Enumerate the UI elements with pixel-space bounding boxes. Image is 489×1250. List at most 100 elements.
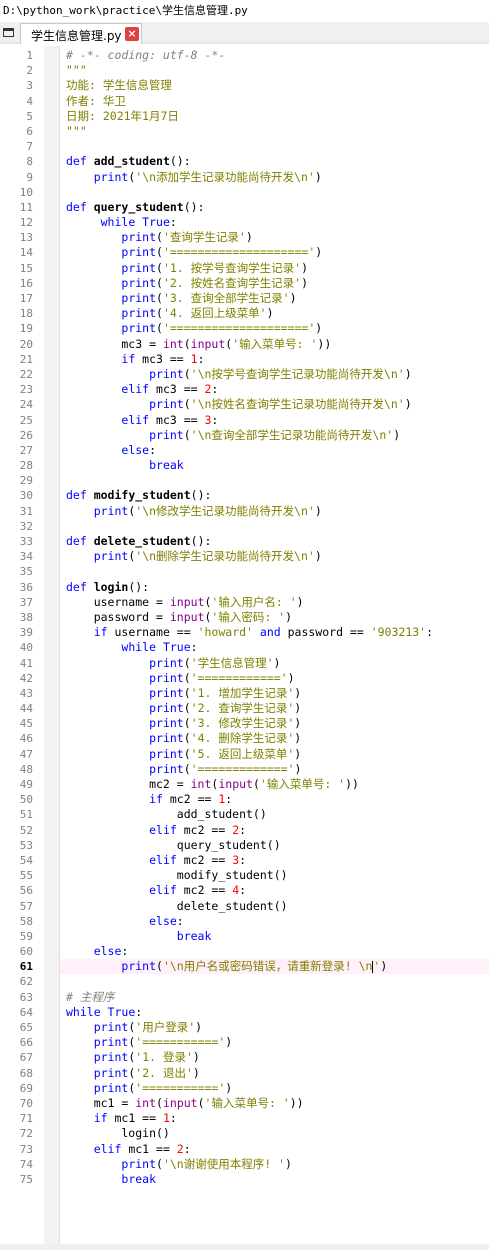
code-line[interactable]: 39 if username == 'howard' and password … [20, 625, 489, 640]
code-line[interactable]: 32 [20, 519, 489, 534]
document-list-icon[interactable] [3, 28, 14, 37]
code-line[interactable]: 51 add_student() [20, 807, 489, 822]
code-token: '5. 返回上级菜单' [190, 746, 295, 761]
code-line[interactable]: 70 mc1 = int(input('输入菜单号: ')) [20, 1095, 489, 1111]
code-token: '3. 查询全部学生记录' [162, 291, 290, 305]
code-line[interactable]: 20 mc3 = int(input('输入菜单号: ')) [20, 337, 489, 352]
code-line[interactable]: 62 [20, 974, 489, 989]
code-line[interactable]: 53 query_student() [20, 838, 489, 853]
code-line[interactable]: 6 """ [26, 124, 489, 139]
code-line[interactable]: 72 login() [20, 1126, 489, 1141]
code-line[interactable]: 14 print('====================') [20, 245, 489, 260]
code-line[interactable]: 64 while True: [20, 1004, 489, 1020]
code-line[interactable]: 55 modify_student() [20, 868, 489, 883]
code-token: elif [121, 382, 157, 397]
code-line[interactable]: 75 break [20, 1172, 489, 1187]
code-line[interactable]: 61 print('\n用户名或密码错误，请重新登录! \n') [20, 959, 489, 975]
code-line[interactable]: 35 [20, 564, 489, 579]
code-line[interactable]: 49 mc2 = int(input('输入菜单号: ')) [20, 777, 489, 792]
code-line[interactable]: 23 elif mc3 == 2: [20, 382, 489, 397]
horizontal-scrollbar[interactable] [0, 1244, 489, 1250]
code-line[interactable]: 48 print('=============') [20, 762, 489, 777]
code-line[interactable]: 54 elif mc2 == 3: [20, 853, 489, 868]
code-line[interactable]: 16 print('2. 按姓名查询学生记录') [20, 276, 489, 291]
code-line[interactable]: 46 print('4. 删除学生记录') [20, 731, 489, 746]
code-line[interactable]: 74 print('\n谢谢使用本程序! ') [20, 1157, 489, 1172]
code-line[interactable]: 11 def query_student(): [20, 200, 489, 215]
code-line[interactable]: 45 print('3. 修改学生记录') [20, 716, 489, 731]
code-line[interactable]: 27 else: [20, 443, 489, 458]
code-token: # -*- coding: utf-8 -*- [66, 48, 226, 62]
code-line[interactable]: 19 print('====================') [20, 321, 489, 336]
code-line[interactable]: 31 print('\n修改学生记录功能尚待开发\n') [20, 503, 489, 519]
fold-margin[interactable] [44, 46, 60, 1250]
code-token: ( [183, 685, 191, 700]
code-line[interactable]: 57 delete_student() [20, 899, 489, 914]
code-line[interactable]: 44 print('2. 查询学生记录') [20, 701, 489, 716]
code-token: : [190, 640, 198, 655]
code-line[interactable]: 42 print('============') [20, 671, 489, 686]
code-line[interactable]: 63 # 主程序 [20, 990, 489, 1005]
code-line[interactable]: 71 if mc1 == 1: [20, 1111, 489, 1126]
code-line[interactable]: 2 """ [26, 63, 489, 78]
code-line[interactable]: 3 功能: 学生信息管理 [26, 78, 489, 93]
code-line[interactable]: 34 print('\n删除学生记录功能尚待开发\n') [20, 549, 489, 564]
code-line[interactable]: 24 print('\n按姓名查询学生记录功能尚待开发\n') [20, 397, 489, 412]
code-line[interactable]: 36 def login(): [20, 579, 489, 595]
code-line[interactable]: 30 def modify_student(): [20, 488, 489, 503]
code-line[interactable]: 15 print('1. 按学号查询学生记录') [20, 261, 489, 276]
code-token: ( [197, 1095, 205, 1110]
code-token: if [121, 351, 143, 366]
code-line[interactable]: 43 print('1. 增加学生记录') [20, 685, 489, 701]
code-line[interactable]: 41 print('学生信息管理') [20, 656, 489, 671]
code-line[interactable]: 17 print('3. 查询全部学生记录') [20, 291, 489, 306]
code-line[interactable]: 10 [20, 185, 489, 200]
code-text: print('\n按姓名查询学生记录功能尚待开发\n') [66, 397, 412, 412]
code-line[interactable]: 4 作者: 华卫 [26, 94, 489, 109]
code-line[interactable]: 50 if mc2 == 1: [20, 792, 489, 807]
code-editor[interactable]: 1 # -*- coding: utf-8 -*- 2 """ 3 功能: 学生信息管理 4… [0, 46, 489, 1250]
close-icon[interactable]: × [125, 27, 139, 41]
code-line[interactable]: 26 print('\n查询全部学生记录功能尚待开发\n') [20, 428, 489, 443]
code-line[interactable]: 5 日期: 2021年1月7日 [26, 109, 489, 124]
code-line[interactable]: 58 else: [20, 914, 489, 929]
code-line[interactable]: 22 print('\n按学号查询学生记录功能尚待开发\n') [20, 367, 489, 382]
code-token: ) [314, 503, 322, 518]
code-line[interactable]: 7 [26, 139, 489, 154]
code-line[interactable]: 28 break [20, 458, 489, 473]
code-line[interactable]: 60 else: [20, 944, 489, 959]
code-line[interactable]: 66 print('===========') [20, 1035, 489, 1050]
code-line[interactable]: 21 if mc3 == 1: [20, 351, 489, 367]
code-line[interactable]: 73 elif mc1 == 2: [20, 1141, 489, 1157]
code-text: print('1. 登录') [66, 1050, 200, 1065]
code-area[interactable]: 1 # -*- coding: utf-8 -*- 2 """ 3 功能: 学生信息管理 4… [20, 48, 489, 1187]
code-line[interactable]: 13 print('查询学生记录') [20, 230, 489, 245]
code-token: : [183, 1141, 191, 1156]
code-line[interactable]: 67 print('1. 登录') [20, 1050, 489, 1065]
tab-file[interactable]: 学生信息管理.py × [20, 23, 142, 44]
code-line[interactable]: 69 print('===========') [20, 1081, 489, 1096]
code-line[interactable]: 59 break [20, 929, 489, 944]
code-line[interactable]: 52 elif mc2 == 2: [20, 823, 489, 838]
code-line[interactable]: 65 print('用户登录') [20, 1020, 489, 1035]
code-line[interactable]: 38 password = input('输入密码: ') [20, 610, 489, 625]
code-line[interactable]: 37 username = input('输入用户名: ') [20, 595, 489, 610]
code-line[interactable]: 9 print('\n添加学生记录功能尚待开发\n') [26, 170, 489, 185]
code-line[interactable]: 1 # -*- coding: utf-8 -*- [26, 48, 489, 63]
code-token: (): [128, 579, 150, 594]
code-line[interactable]: 29 [20, 473, 489, 488]
code-line[interactable]: 33 def delete_student(): [20, 534, 489, 549]
code-line[interactable]: 25 elif mc3 == 3: [20, 413, 489, 428]
code-line[interactable]: 40 while True: [20, 640, 489, 655]
code-line[interactable]: 47 print('5. 返回上级菜单') [20, 746, 489, 762]
code-line[interactable]: 12 while True: [20, 215, 489, 230]
code-line[interactable]: 68 print('2. 退出') [20, 1066, 489, 1081]
code-line[interactable]: 8 def add_student(): [26, 154, 489, 169]
code-text: def modify_student(): [66, 488, 211, 503]
code-line[interactable]: 56 elif mc2 == 4: [20, 883, 489, 898]
code-token: : [135, 1004, 143, 1019]
code-line[interactable]: 18 print('4. 返回上级菜单') [20, 306, 489, 321]
